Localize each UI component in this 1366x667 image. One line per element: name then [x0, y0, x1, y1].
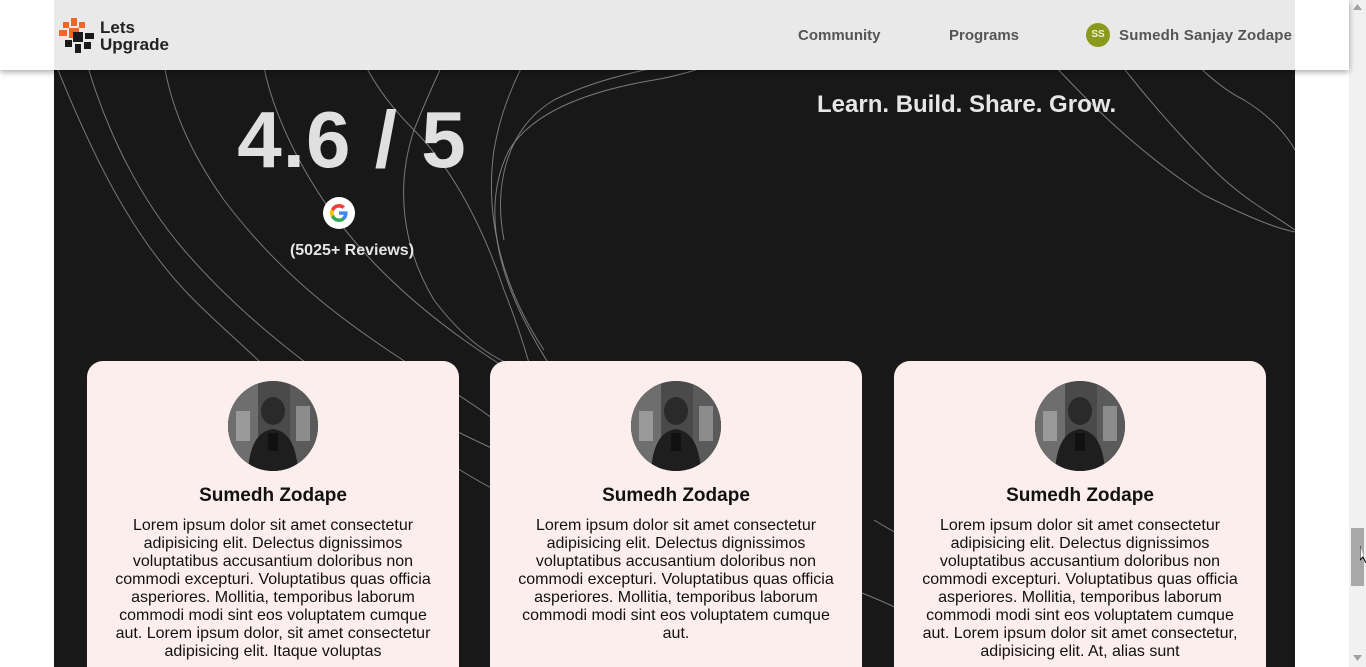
page-background: 4.6 / 5 (5025+ Reviews) Learn. Build. Sh…	[54, 0, 1295, 667]
navbar-inner: Lets Upgrade Community Programs SS Sumed…	[54, 0, 1295, 70]
logo-icon	[59, 18, 94, 53]
scroll-down-arrow-icon[interactable]	[1353, 655, 1362, 661]
navbar: Lets Upgrade Community Programs SS Sumed…	[0, 0, 1349, 70]
vertical-scrollbar[interactable]	[1349, 0, 1366, 667]
logo-text-line1: Lets	[100, 18, 135, 37]
testimonial-name: Sumedh Zodape	[199, 485, 347, 506]
logo-text: Lets Upgrade	[100, 19, 169, 53]
testimonial-text: Lorem ipsum dolor sit amet consectetur a…	[518, 517, 834, 642]
testimonial-card: Sumedh Zodape Lorem ipsum dolor sit amet…	[87, 361, 459, 667]
testimonial-name: Sumedh Zodape	[1006, 485, 1154, 506]
user-avatar[interactable]: SS	[1086, 23, 1110, 47]
testimonial-card: Sumedh Zodape Lorem ipsum dolor sit amet…	[894, 361, 1266, 667]
nav-link-community[interactable]: Community	[798, 27, 881, 45]
testimonial-text: Lorem ipsum dolor sit amet consectetur a…	[115, 517, 431, 660]
testimonial-card: Sumedh Zodape Lorem ipsum dolor sit amet…	[490, 361, 862, 667]
mouse-cursor-icon	[1360, 546, 1366, 564]
logo-text-line2: Upgrade	[100, 35, 169, 54]
nav-link-programs[interactable]: Programs	[949, 27, 1019, 45]
avatar	[228, 381, 318, 471]
user-name[interactable]: Sumedh Sanjay Zodape	[1119, 27, 1292, 45]
rating-score: 4.6 / 5	[237, 95, 467, 184]
tagline: Learn. Build. Share. Grow.	[817, 91, 1117, 118]
avatar	[1035, 381, 1125, 471]
testimonial-name: Sumedh Zodape	[602, 485, 750, 506]
google-icon	[323, 197, 355, 229]
scroll-up-arrow-icon[interactable]	[1353, 4, 1362, 10]
logo[interactable]: Lets Upgrade	[59, 17, 189, 57]
testimonial-text: Lorem ipsum dolor sit amet consectetur a…	[922, 517, 1238, 660]
avatar	[631, 381, 721, 471]
reviews-count: (5025+ Reviews)	[289, 242, 415, 259]
